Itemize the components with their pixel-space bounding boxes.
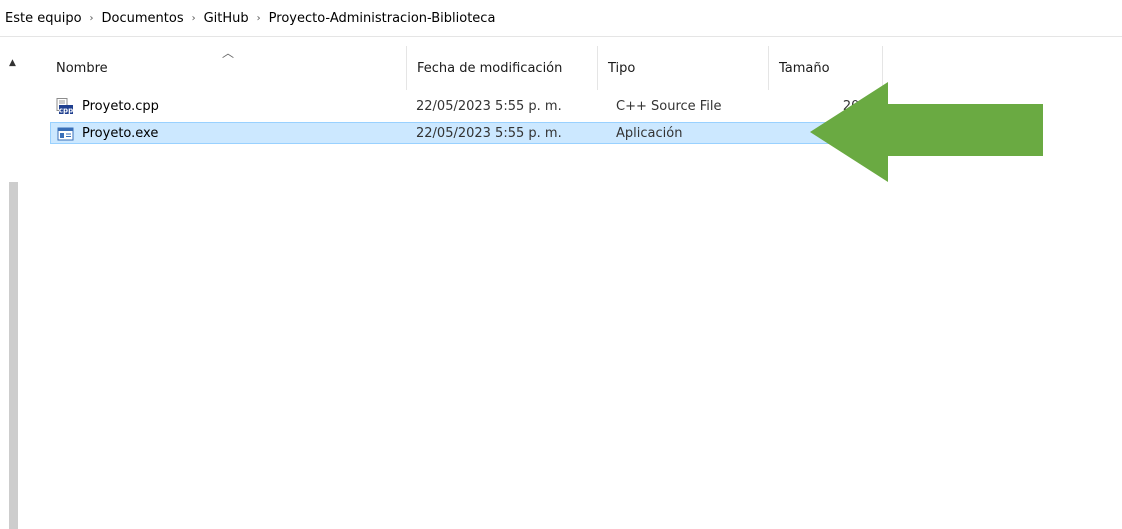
file-type: Aplicación	[616, 125, 683, 141]
breadcrumb-item-proyecto[interactable]: Proyecto-Administracion-Biblioteca	[269, 11, 496, 26]
breadcrumb: Este equipo › Documentos › GitHub › Proy…	[0, 0, 1122, 37]
breadcrumb-item-documentos[interactable]: Documentos	[102, 11, 184, 26]
scroll-up-icon[interactable]: ▲	[9, 58, 16, 68]
column-header-size-label: Tamaño	[779, 60, 830, 76]
scrollbar-thumb[interactable]	[9, 182, 18, 529]
column-header-name[interactable]: Nombre ︿	[46, 46, 406, 90]
nav-pane-scrollbar[interactable]: ▲	[0, 37, 20, 529]
exe-file-icon	[57, 127, 74, 141]
file-row-cpp[interactable]: cpp Proyeto.cpp 22/05/2023 5:55 p. m. C+…	[50, 95, 886, 117]
arrow-annotation-icon	[810, 82, 1043, 182]
sort-ascending-icon: ︿	[222, 46, 235, 60]
chevron-right-icon[interactable]: ›	[257, 13, 261, 24]
chevron-right-icon[interactable]: ›	[192, 13, 196, 24]
file-name: Proyeto.exe	[82, 125, 159, 141]
column-header-row: Nombre ︿ Fecha de modificación Tipo Tama…	[46, 46, 883, 90]
file-type: C++ Source File	[616, 98, 722, 114]
file-row-exe[interactable]: Proyeto.exe 22/05/2023 5:55 p. m. Aplica…	[50, 122, 886, 144]
column-header-modified-label: Fecha de modificación	[417, 60, 563, 76]
column-header-type[interactable]: Tipo	[598, 46, 768, 90]
file-modified: 22/05/2023 5:55 p. m.	[416, 98, 562, 114]
breadcrumb-item-este-equipo[interactable]: Este equipo	[5, 11, 82, 26]
column-header-name-label: Nombre	[56, 60, 108, 76]
chevron-right-icon[interactable]: ›	[90, 13, 94, 24]
cpp-file-icon: cpp	[56, 98, 73, 114]
column-header-modified[interactable]: Fecha de modificación	[407, 46, 597, 90]
svg-text:cpp: cpp	[59, 107, 73, 115]
file-name: Proyeto.cpp	[82, 98, 159, 114]
file-modified: 22/05/2023 5:55 p. m.	[416, 125, 562, 141]
breadcrumb-item-github[interactable]: GitHub	[204, 11, 249, 26]
column-header-type-label: Tipo	[608, 60, 636, 76]
